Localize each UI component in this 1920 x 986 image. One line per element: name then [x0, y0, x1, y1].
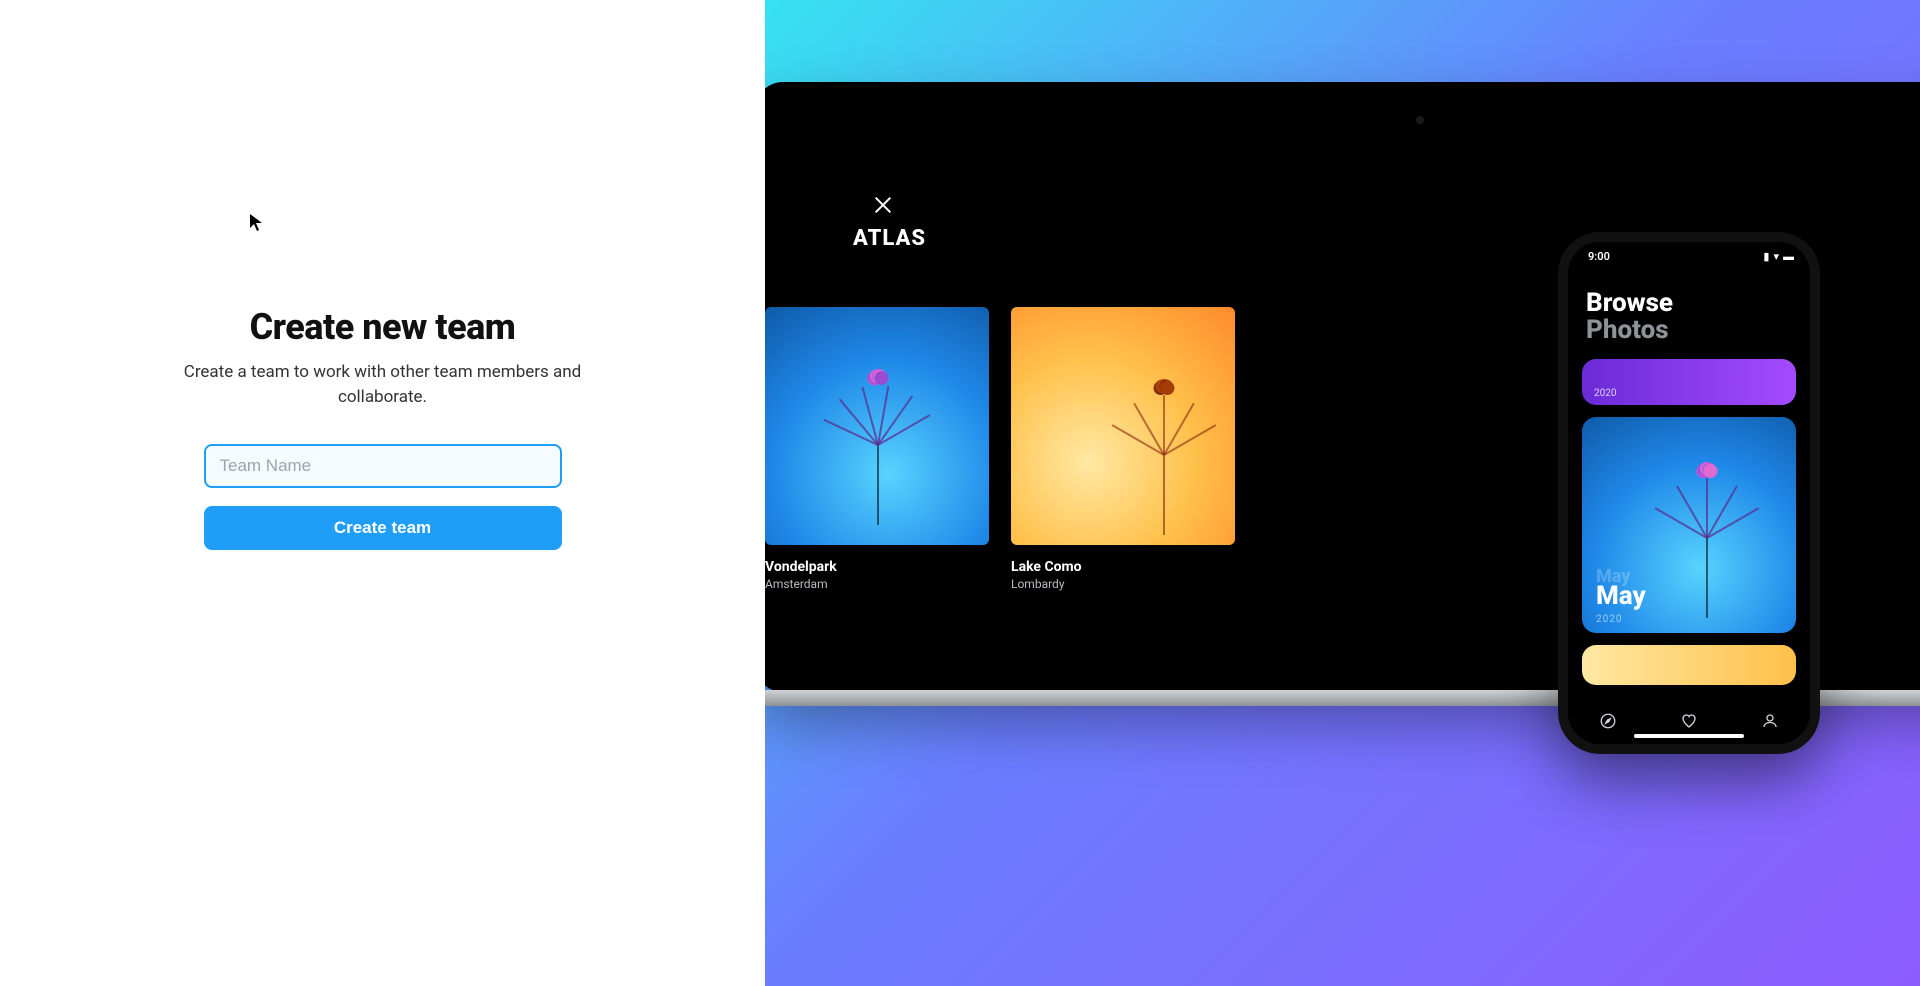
page-subtitle: Create a team to work with other team me… [173, 360, 593, 409]
browse-line1: Browse [1586, 290, 1792, 317]
team-name-input[interactable] [204, 444, 562, 488]
phone-card-month: May [1596, 581, 1646, 611]
card-title: Lake Como [1011, 559, 1235, 575]
left-panel: Create new team Create a team to work wi… [0, 0, 765, 986]
cursor-icon [249, 213, 263, 233]
signal-icon: ▮ [1763, 250, 1769, 263]
close-icon[interactable] [872, 194, 894, 220]
phone-card-list: 2020 May May 2020 [1568, 345, 1810, 685]
browse-heading: Browse Photos [1568, 284, 1810, 345]
create-team-button[interactable]: Create team [204, 506, 562, 550]
page-title: Create new team [103, 306, 663, 348]
card-subtitle: Lombardy [1011, 577, 1235, 591]
tablet-header: ATLAS Search [825, 142, 1920, 212]
tablet-camera-icon [1416, 116, 1424, 124]
card-thumbnail [765, 307, 989, 545]
compass-icon[interactable] [1599, 712, 1617, 730]
browse-line2: Photos [1586, 317, 1792, 344]
phone-card-big[interactable]: May May 2020 [1582, 417, 1796, 633]
right-hero-panel: ATLAS Search [765, 0, 1920, 986]
tablet-card-row: Vondelpark Amsterdam [765, 307, 1235, 591]
phone-card-year: 2020 [1596, 614, 1622, 625]
page-root: Create new team Create a team to work wi… [0, 0, 1920, 986]
heart-icon[interactable] [1680, 712, 1698, 730]
tablet-card[interactable]: Lake Como Lombardy [1011, 307, 1235, 591]
card-title: Vondelpark [765, 559, 989, 575]
status-time: 9:00 [1588, 250, 1610, 263]
team-name-field [204, 444, 562, 488]
phone-card-low[interactable] [1582, 645, 1796, 685]
home-indicator [1634, 734, 1744, 738]
tablet-card[interactable]: Vondelpark Amsterdam [765, 307, 989, 591]
card-thumbnail [1011, 307, 1235, 545]
phone-notch [1629, 242, 1749, 266]
phone-card-small[interactable]: 2020 [1582, 359, 1796, 405]
user-icon[interactable] [1761, 712, 1779, 730]
wifi-icon: ▾ [1773, 250, 1779, 263]
battery-icon: ▬ [1783, 250, 1794, 263]
app-brand: ATLAS [853, 226, 926, 251]
phone-device: 9:00 ▮ ▾ ▬ Browse Photos 2020 [1558, 232, 1820, 754]
card-subtitle: Amsterdam [765, 577, 989, 591]
create-team-form: Create new team Create a team to work wi… [103, 306, 663, 549]
phone-screen: Browse Photos 2020 [1568, 242, 1810, 744]
phone-card-year: 2020 [1594, 388, 1616, 399]
